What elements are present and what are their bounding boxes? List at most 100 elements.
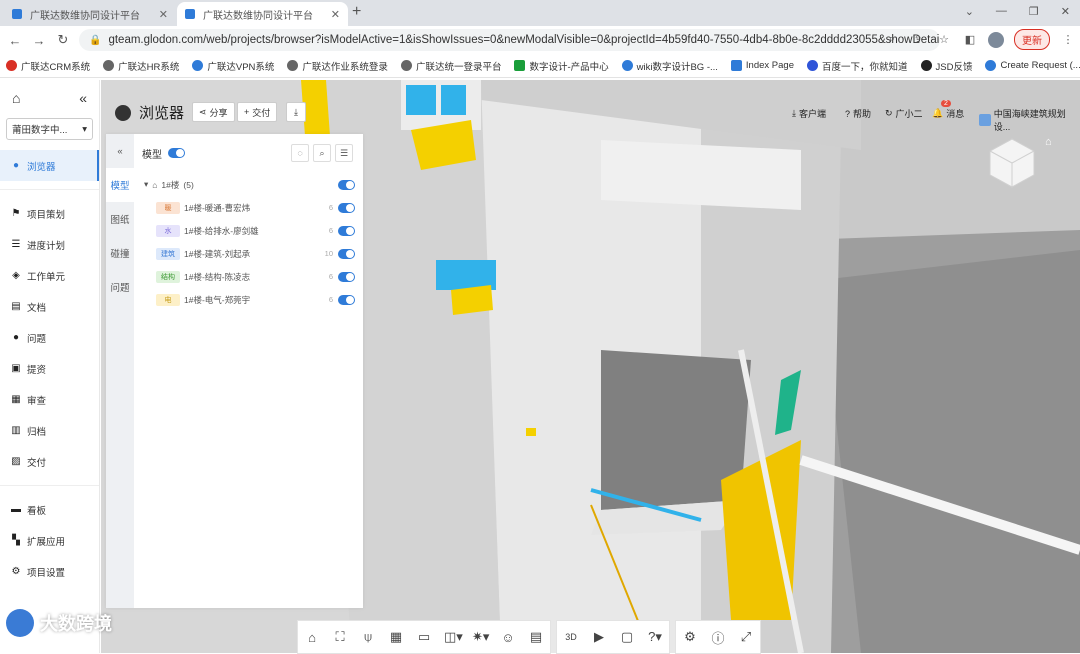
bookmark-item[interactable]: 广联达CRM系统 <box>6 59 90 73</box>
chevron-down-icon[interactable]: ⌄ <box>965 5 974 18</box>
model-toggle[interactable] <box>168 148 185 158</box>
bookmark-item[interactable]: 广联达VPN系统 <box>192 59 274 73</box>
url-field[interactable]: 🔒 gteam.glodon.com/web/projects/browser?… <box>79 29 940 51</box>
share-icon[interactable]: ⇪ <box>910 33 926 46</box>
tree-row[interactable]: 建筑 1#楼-建筑-刘起承 10 <box>144 242 355 265</box>
side-panel-icon[interactable]: ◧ <box>962 33 978 46</box>
download-button[interactable]: ⤓ <box>286 102 306 122</box>
bookmark-item[interactable]: Create Request (... <box>985 60 1080 71</box>
root-visibility-toggle[interactable] <box>338 179 355 190</box>
plus-icon: + <box>244 107 250 117</box>
share-button[interactable]: ⋖ 分享 <box>192 102 235 122</box>
home-view-icon[interactable]: ⌂ <box>304 630 320 645</box>
tree-row[interactable]: 暖 1#楼-暖通-曹宏炜 6 <box>144 196 355 219</box>
bookmark-item[interactable]: 百度一下，你就知道 <box>806 59 908 73</box>
section-plane-icon[interactable]: ◫▾ <box>444 629 463 645</box>
tree-root[interactable]: ▾ ⌂ 1#楼 (5) <box>144 173 355 196</box>
maximize-icon[interactable]: ❐ <box>1029 5 1039 18</box>
close-tab-icon[interactable]: ✕ <box>331 8 340 21</box>
info-icon[interactable]: ⓘ <box>710 628 726 647</box>
reload-icon[interactable]: ↻ <box>54 32 72 48</box>
row-visibility-toggle[interactable] <box>338 202 355 213</box>
grid-icon[interactable]: ▦ <box>388 629 404 645</box>
bookmark-icon <box>920 60 932 71</box>
sidebar-item-extensions[interactable]: ▚ 扩展应用 <box>0 525 99 556</box>
caret-down-icon[interactable]: ▾ <box>144 179 148 190</box>
refresh-icon[interactable]: ◌ <box>291 144 309 162</box>
tab-drawings[interactable]: 图纸 <box>106 202 134 236</box>
tab-model[interactable]: 模型 <box>106 168 134 202</box>
tree-row[interactable]: 水 1#楼-给排水-廖剑雄 6 <box>144 219 355 242</box>
deliver-button[interactable]: + 交付 <box>237 102 278 122</box>
sidebar-item-issues[interactable]: ● 问题 <box>0 322 99 353</box>
tab-clash[interactable]: 碰撞 <box>106 236 134 270</box>
browser-tab-2[interactable]: 广联达数维协同设计平台 ✕ <box>177 2 348 26</box>
org-menu[interactable]: 中国海峡建筑规划设... <box>979 107 1080 133</box>
forward-icon[interactable]: → <box>30 33 48 48</box>
person-icon[interactable]: ☺ <box>500 630 516 645</box>
viewer-tools-settings: ⚙ ⓘ ⤢ <box>675 620 761 654</box>
sidebar-item-dashboard[interactable]: ▬ 看板 <box>0 494 99 525</box>
messages-link[interactable]: 🔔 消息 2 <box>932 100 964 120</box>
home-icon[interactable]: ⌂ <box>12 90 20 106</box>
client-link[interactable]: ⤓ 客户端 <box>792 107 826 120</box>
2d-3d-toggle-icon[interactable]: 3D <box>563 632 579 642</box>
tab-issues[interactable]: 问题 <box>106 270 134 304</box>
sidebar-item-delivery[interactable]: ▨ 交付 <box>0 446 99 477</box>
sidebar-item-schedule[interactable]: ☰ 进度计划 <box>0 229 99 260</box>
collapse-icon[interactable]: « <box>79 90 87 106</box>
home-view-icon[interactable]: ⌂ <box>1045 136 1052 148</box>
minimize-icon[interactable]: — <box>996 5 1007 18</box>
browser-tab-1[interactable]: 广联达数维协同设计平台 ✕ <box>4 2 176 26</box>
new-tab-icon[interactable]: + <box>352 3 361 21</box>
list-icon[interactable]: ☰ <box>335 144 353 162</box>
bookmark-star-icon[interactable]: ☆ <box>936 33 952 46</box>
project-selector[interactable]: 莆田数字中... ▾ <box>6 118 93 140</box>
help-link[interactable]: ? 帮助 <box>845 107 871 120</box>
close-window-icon[interactable]: ✕ <box>1061 5 1070 18</box>
collapse-panel-icon[interactable]: « <box>106 134 134 168</box>
properties-icon[interactable]: ▤ <box>528 629 544 645</box>
explode-icon[interactable]: ✷▾ <box>472 629 489 645</box>
sidebar-item-settings[interactable]: ⚙ 项目设置 <box>0 556 99 587</box>
sidebar-item-browser[interactable]: ● 浏览器 <box>0 150 99 181</box>
sidebar-item-review[interactable]: ▦ 审查 <box>0 384 99 415</box>
bookmark-item[interactable]: 广联达作业系统登录 <box>287 59 388 73</box>
sidebar-item-workunit[interactable]: ◈ 工作单元 <box>0 260 99 291</box>
profile-avatar[interactable] <box>988 31 1004 48</box>
zoom-icon[interactable]: ⌕ <box>884 33 900 46</box>
close-tab-icon[interactable]: ✕ <box>159 8 168 21</box>
bookmark-item[interactable]: 数字设计-产品中心 <box>514 59 609 73</box>
bookmark-item[interactable]: 广联达HR系统 <box>103 59 179 73</box>
sidebar-item-planning[interactable]: ⚑ 项目策划 <box>0 198 99 229</box>
tree-row[interactable]: 电 1#楼-电气-郑莞宇 6 <box>144 288 355 311</box>
bookmark-item[interactable]: 广联达统一登录平台 <box>400 59 501 73</box>
bookmark-item[interactable]: JSD反馈 <box>920 59 972 73</box>
comment-icon[interactable]: ▢ <box>619 629 635 645</box>
search-icon[interactable]: ⌕ <box>313 144 331 162</box>
fullscreen-icon[interactable]: ⤢ <box>738 629 754 645</box>
section-box-icon[interactable]: ▭ <box>416 629 432 645</box>
bookmark-item[interactable]: wiki数字设计BG -... <box>621 59 718 73</box>
measure-icon[interactable]: ⍦ <box>360 629 376 645</box>
row-visibility-toggle[interactable] <box>338 271 355 282</box>
tree-row[interactable]: 结构 1#楼-结构-陈凌志 6 <box>144 265 355 288</box>
sidebar-item-archive[interactable]: ▥ 归档 <box>0 415 99 446</box>
help-icon[interactable]: ?▾ <box>647 629 663 645</box>
back-icon[interactable]: ← <box>6 33 24 48</box>
bookmark-icon <box>806 60 818 71</box>
fit-view-icon[interactable]: ⛶ <box>332 629 348 645</box>
row-visibility-toggle[interactable] <box>338 248 355 259</box>
assistant-link[interactable]: ↻ 广小二 <box>885 107 923 120</box>
gear-icon[interactable]: ⚙ <box>682 629 698 645</box>
camera-icon[interactable]: ▶ <box>591 629 607 645</box>
view-cube[interactable] <box>986 137 1038 189</box>
sidebar-item-submit[interactable]: ▣ 提资 <box>0 353 99 384</box>
update-button[interactable]: 更新 <box>1014 29 1050 50</box>
row-visibility-toggle[interactable] <box>338 225 355 236</box>
sidebar-item-documents[interactable]: ▤ 文档 <box>0 291 99 322</box>
row-visibility-toggle[interactable] <box>338 294 355 305</box>
bookmark-icon <box>621 60 633 71</box>
bookmark-item[interactable]: Index Page <box>730 60 794 71</box>
menu-icon[interactable]: ⋮ <box>1060 33 1076 46</box>
